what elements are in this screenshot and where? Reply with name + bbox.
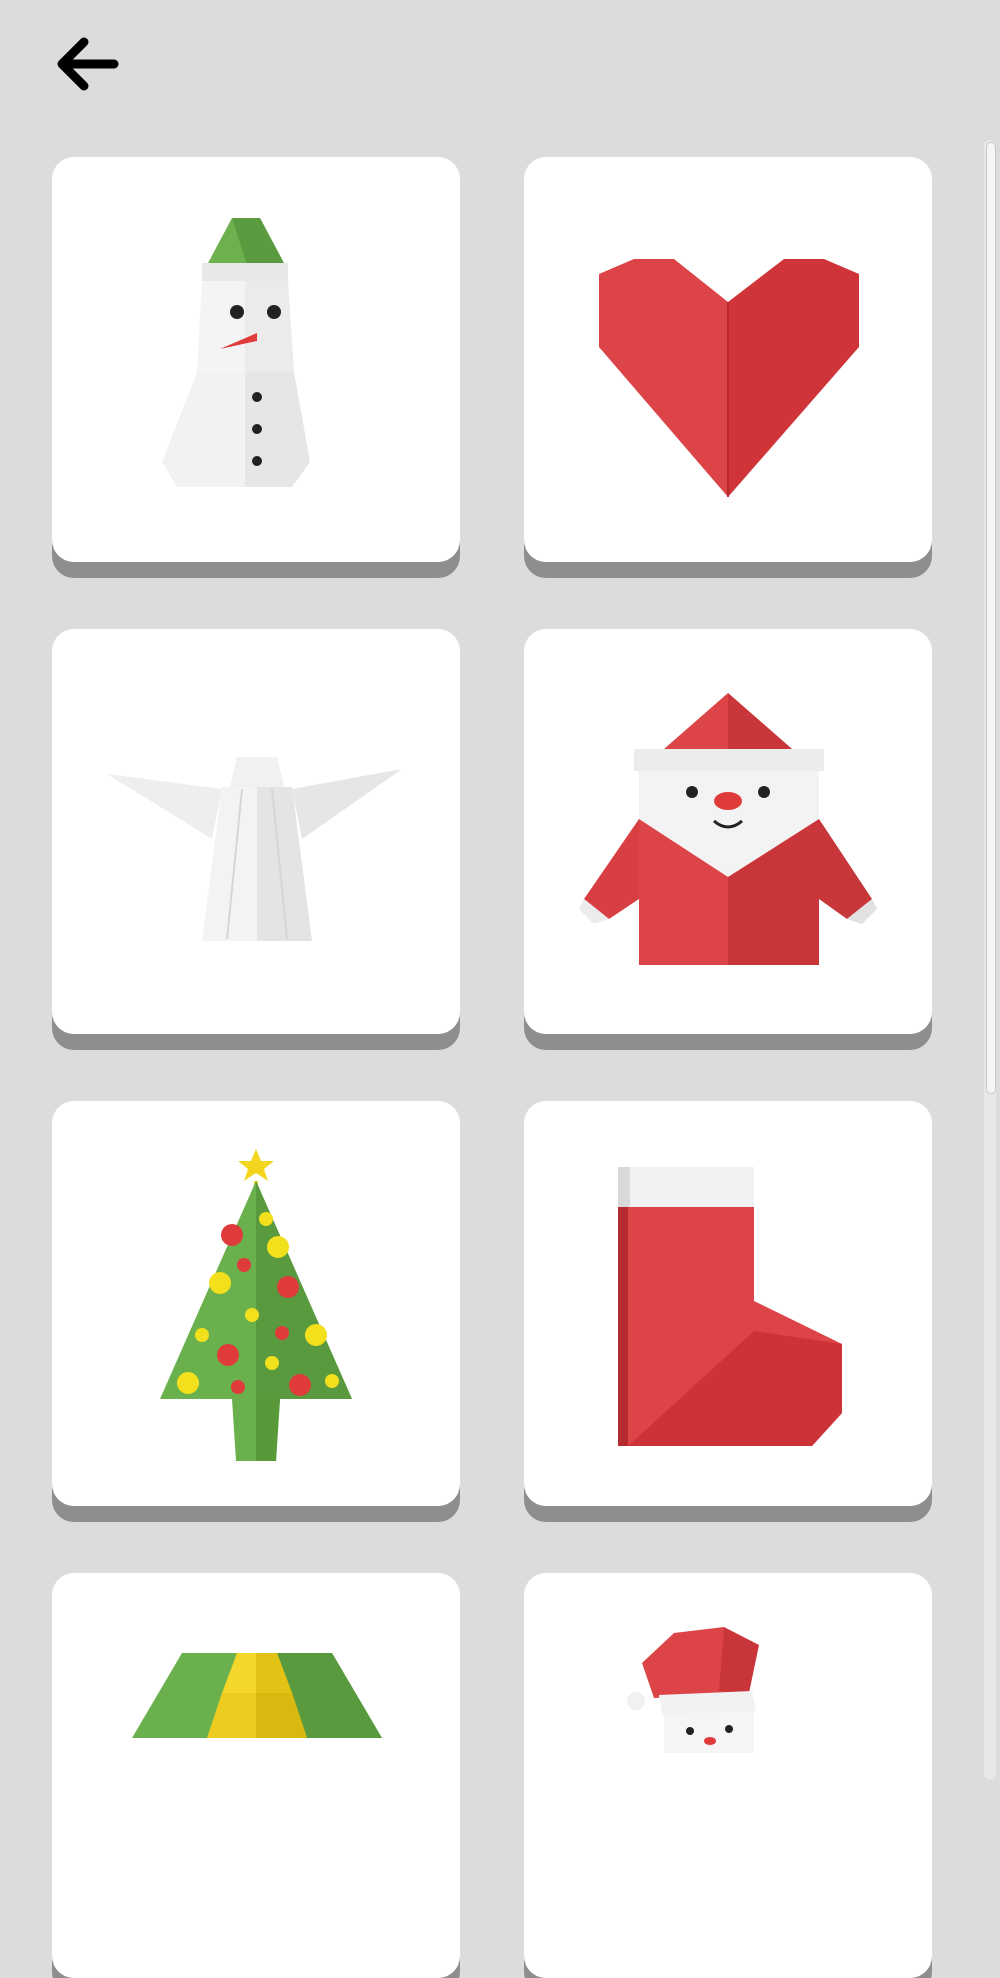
craft-card-angel[interactable] xyxy=(52,629,460,1034)
bell-icon xyxy=(132,1653,382,1738)
craft-card-santa-hat-face[interactable] xyxy=(524,1573,932,1978)
christmas-tree-icon xyxy=(160,1149,352,1461)
santa-hat-face-icon xyxy=(627,1627,759,1753)
angel-icon xyxy=(107,757,402,941)
back-button[interactable] xyxy=(52,26,142,102)
snowman-icon xyxy=(162,218,310,487)
craft-card-heart[interactable] xyxy=(524,157,932,562)
craft-card-santa[interactable] xyxy=(524,629,932,1034)
craft-card-stocking[interactable] xyxy=(524,1101,932,1506)
craft-card-snowman[interactable] xyxy=(52,157,460,562)
craft-card-christmas-tree[interactable] xyxy=(52,1101,460,1506)
scrollbar-thumb[interactable] xyxy=(986,142,996,1094)
stocking-icon xyxy=(618,1167,842,1446)
heart-icon xyxy=(599,259,859,497)
craft-card-bell[interactable] xyxy=(52,1573,460,1978)
santa-icon xyxy=(579,693,877,965)
arrow-left-icon xyxy=(57,37,119,91)
